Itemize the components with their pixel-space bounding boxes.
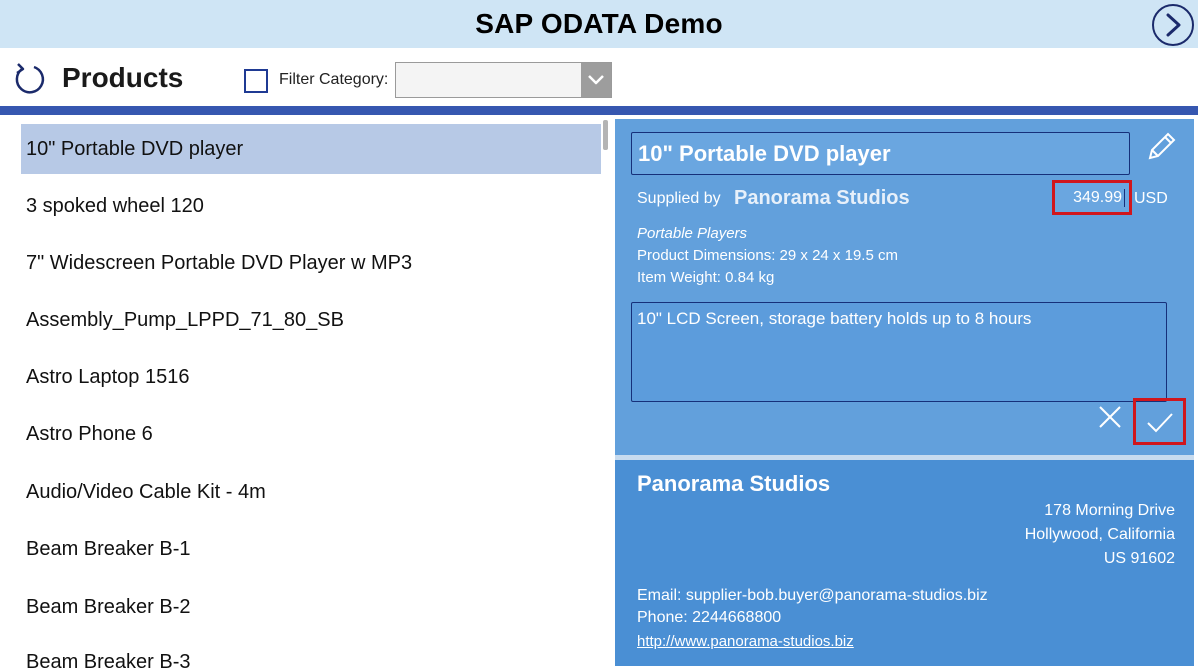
filter-category-dropdown[interactable] <box>395 62 612 98</box>
supplier-address-line3: US 91602 <box>1103 550 1175 567</box>
list-item[interactable]: Beam Breaker B-3 <box>21 637 601 672</box>
filter-category-label: Filter Category: <box>279 71 389 88</box>
list-item[interactable]: Astro Laptop 1516 <box>21 352 601 402</box>
supplier-name-link[interactable]: Panorama Studios <box>734 187 910 210</box>
price-field[interactable]: 349.99 <box>1052 180 1132 215</box>
weight-label: Item Weight: 0.84 kg <box>637 269 775 286</box>
refresh-icon <box>15 63 45 94</box>
list-item[interactable]: Astro Phone 6 <box>21 409 601 459</box>
list-item[interactable]: 10" Portable DVD player <box>21 124 601 174</box>
app-title: SAP ODATA Demo <box>475 8 723 39</box>
description-field[interactable]: 10" LCD Screen, storage battery holds up… <box>631 302 1167 402</box>
close-icon <box>1099 406 1121 428</box>
list-item[interactable]: Assembly_Pump_LPPD_71_80_SB <box>21 295 601 345</box>
page-title: Products <box>62 62 184 93</box>
list-scrollbar[interactable] <box>603 120 608 150</box>
checkmark-icon <box>1146 412 1173 432</box>
edit-button[interactable] <box>1144 130 1178 164</box>
category-label: Portable Players <box>637 225 748 242</box>
price-value: 349.99 <box>1073 188 1125 207</box>
list-item[interactable]: 7" Widescreen Portable DVD Player w MP3 <box>21 238 601 288</box>
filter-category-checkbox[interactable] <box>244 69 268 93</box>
product-list[interactable]: 10" Portable DVD player 3 spoked wheel 1… <box>0 118 610 672</box>
cancel-button[interactable] <box>1095 402 1127 434</box>
pencil-icon <box>1148 132 1176 160</box>
supplier-address-line2: Hollywood, California <box>1024 526 1175 543</box>
chevron-down-icon <box>588 75 604 85</box>
list-item[interactable]: Beam Breaker B-2 <box>21 582 601 632</box>
supplier-email: Email: supplier-bob.buyer@panorama-studi… <box>637 587 988 604</box>
app-header: SAP ODATA Demo <box>0 0 1198 48</box>
refresh-button[interactable] <box>12 62 46 96</box>
chevron-right-circle-icon <box>1166 13 1181 37</box>
product-name-field[interactable]: 10" Portable DVD player <box>631 132 1130 175</box>
currency-label: USD <box>1134 190 1168 207</box>
header-divider <box>0 106 1198 115</box>
next-button[interactable] <box>1152 4 1194 46</box>
list-item[interactable]: 3 spoked wheel 120 <box>21 181 601 231</box>
list-item[interactable]: Audio/Video Cable Kit - 4m <box>21 467 601 517</box>
dropdown-toggle[interactable] <box>581 63 611 97</box>
supplier-title: Panorama Studios <box>637 471 831 496</box>
list-item[interactable]: Beam Breaker B-1 <box>21 524 601 574</box>
supplier-website-link[interactable]: http://www.panorama-studios.biz <box>637 633 854 650</box>
save-button[interactable] <box>1133 398 1186 445</box>
supplier-phone: Phone: 2244668800 <box>637 609 782 626</box>
supplier-address-line1: 178 Morning Drive <box>1044 502 1175 519</box>
dimensions-label: Product Dimensions: 29 x 24 x 19.5 cm <box>637 247 898 264</box>
supplied-by-label: Supplied by <box>637 190 721 207</box>
